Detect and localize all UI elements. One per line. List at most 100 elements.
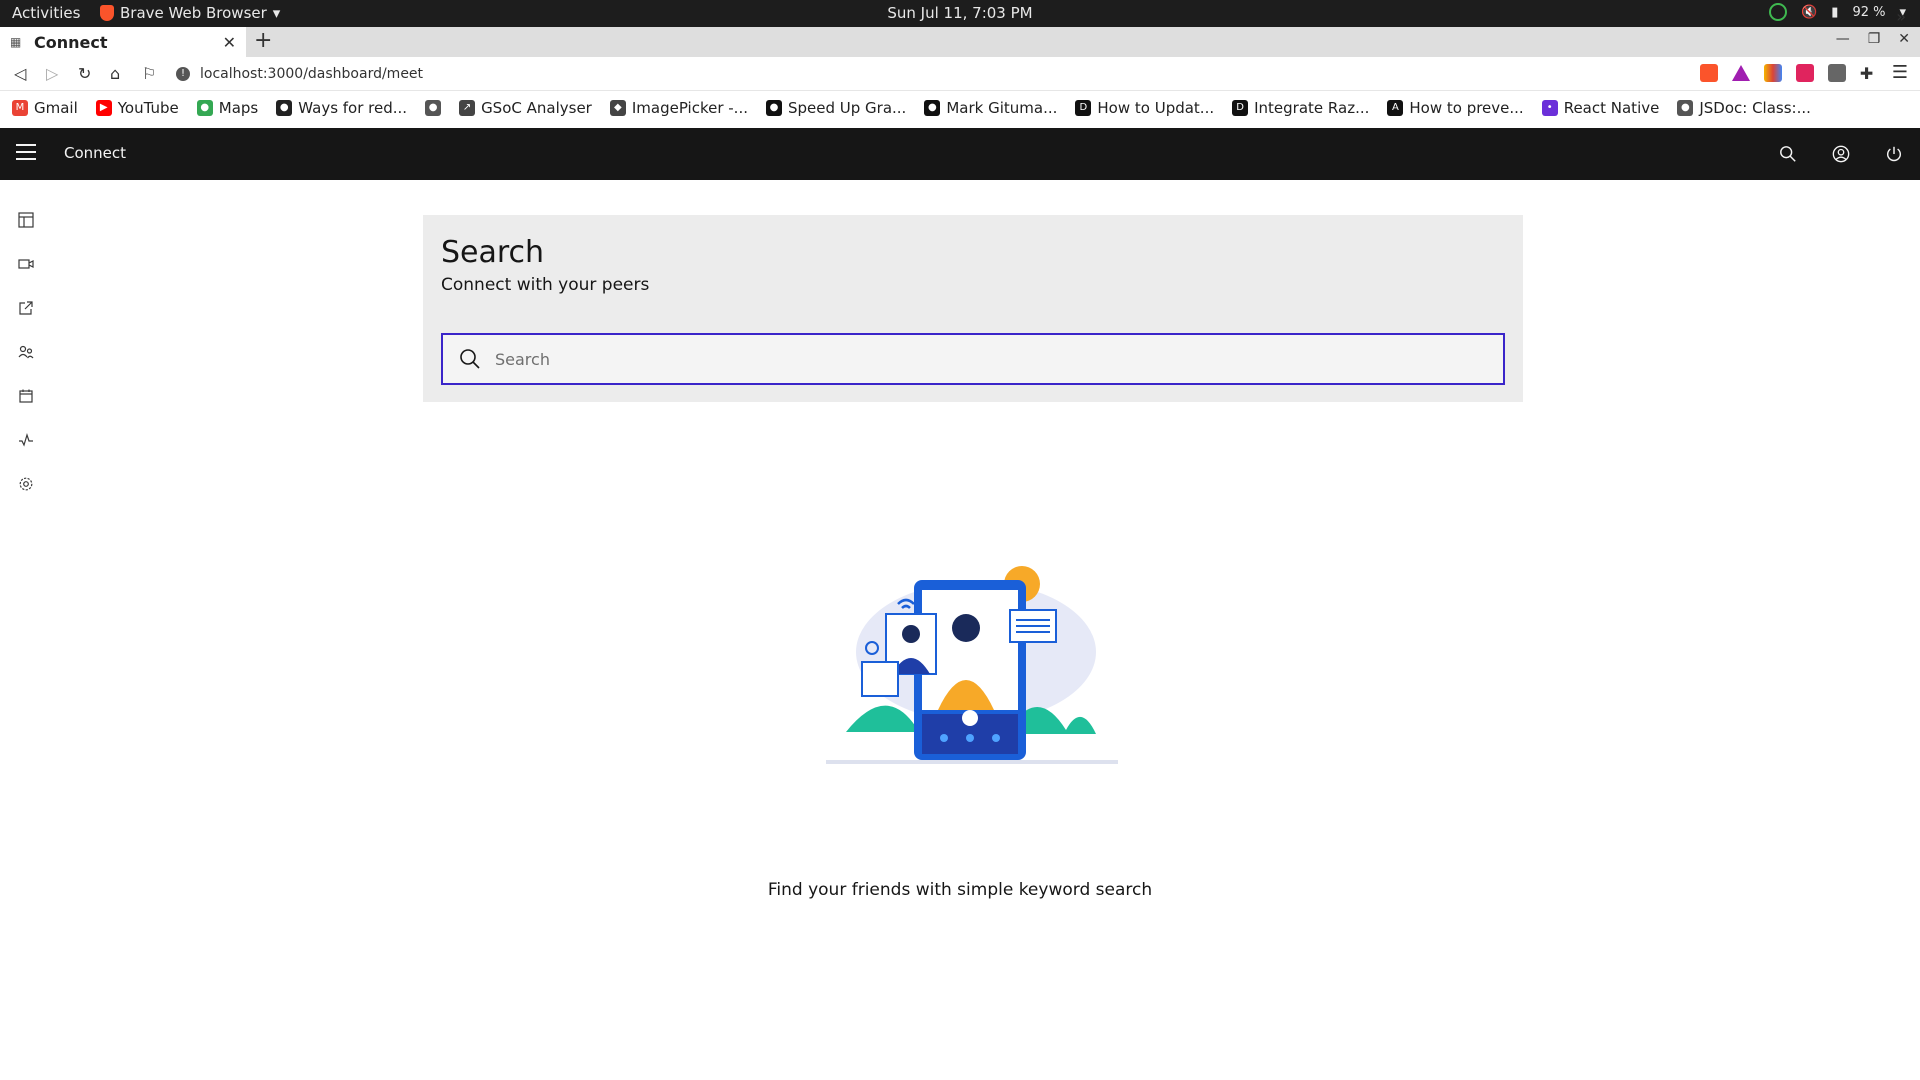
bookmark-label: JSDoc: Class:... [1699, 99, 1811, 117]
brave-icon [100, 5, 114, 21]
bookmark-icon[interactable]: ⚐ [142, 64, 156, 83]
power-icon [1886, 146, 1901, 162]
bookmark-favicon-icon: A [1387, 100, 1404, 116]
bookmark-item[interactable]: ◆ ImagePicker -... [609, 99, 748, 117]
page-subtitle: Connect with your peers [441, 275, 650, 295]
forward-icon[interactable]: ▷ [46, 64, 58, 83]
puzzle-icon[interactable]: ✚ [1860, 64, 1878, 83]
bookmark-label: YouTube [117, 99, 179, 117]
header-actions [1761, 128, 1920, 180]
extension-icon[interactable] [1763, 64, 1782, 82]
bookmark-item[interactable]: D Integrate Raz... [1232, 99, 1369, 117]
bookmark-favicon-icon: • [1541, 100, 1558, 116]
bookmark-item[interactable]: ● JSDoc: Class:... [1677, 99, 1811, 117]
search-field[interactable] [441, 333, 1505, 385]
bookmark-label: GSoC Analyser [481, 99, 592, 117]
nav-people[interactable] [16, 342, 36, 362]
hamburger-menu-icon[interactable] [16, 144, 36, 164]
nav-settings[interactable] [16, 474, 36, 494]
back-icon[interactable]: ◁ [14, 64, 26, 83]
system-tray[interactable]: 🔇 ▮ 92 % ▾ [1769, 3, 1906, 21]
bookmark-favicon-icon: ● [196, 100, 213, 116]
search-panel: Search Connect with your peers [423, 215, 1523, 402]
bookmark-item[interactable]: A How to preve... [1387, 99, 1524, 117]
bookmark-item[interactable]: ● Mark Gituma... [924, 99, 1057, 117]
app-name[interactable]: Connect [64, 144, 126, 162]
bookmark-item[interactable]: ● [425, 100, 442, 116]
tab-strip: ▦ Connect ✕ + — ❐ ✕ [0, 27, 1920, 57]
activity-icon [19, 433, 33, 447]
search-button[interactable] [1761, 128, 1814, 180]
brave-shields-icon[interactable] [1699, 64, 1718, 82]
bookmark-label: Gmail [34, 99, 78, 117]
bookmark-label: ImagePicker -... [631, 99, 748, 117]
extension-icon[interactable] [1827, 64, 1846, 82]
bookmark-item[interactable]: • React Native [1541, 99, 1660, 117]
search-icon [460, 349, 480, 369]
bookmark-item[interactable]: ● Speed Up Gra... [765, 99, 907, 117]
bookmark-favicon-icon: ▶ [95, 100, 112, 116]
bookmark-label: How to preve... [1409, 99, 1524, 117]
minimize-icon[interactable]: — [1836, 31, 1850, 47]
reload-icon[interactable]: ↻ [78, 64, 91, 83]
bookmark-label: Ways for red... [298, 99, 408, 117]
bookmark-favicon-icon: ↗ [459, 100, 476, 116]
settings-gear-icon [19, 477, 33, 491]
chevron-right-icon[interactable]: » [1896, 7, 1906, 26]
bookmark-favicon-icon: ● [1677, 100, 1694, 116]
bookmark-label: Speed Up Gra... [787, 99, 907, 117]
user-profile-button[interactable] [1814, 128, 1867, 180]
side-navigation [0, 180, 52, 1080]
bookmark-favicon-icon: M [12, 100, 28, 116]
nav-calendar[interactable] [16, 386, 36, 406]
close-icon[interactable]: ✕ [223, 33, 236, 52]
bookmark-item[interactable]: M Gmail [12, 99, 78, 117]
brave-rewards-icon[interactable] [1731, 65, 1750, 81]
url-text[interactable]: localhost:3000/dashboard/meet [200, 66, 423, 82]
menu-icon[interactable]: ☰ [1892, 64, 1908, 82]
user-avatar-icon [1832, 145, 1849, 163]
address-bar[interactable]: ! localhost:3000/dashboard/meet [176, 61, 1676, 87]
search-hint-text: Find your friends with simple keyword se… [767, 880, 1153, 900]
tab-title: Connect [34, 32, 108, 52]
launch-icon [19, 301, 33, 315]
favicon-icon: ▦ [10, 35, 22, 49]
search-input[interactable] [495, 349, 1475, 369]
nav-share[interactable] [16, 298, 36, 318]
clock[interactable]: Sun Jul 11, 7:03 PM [887, 4, 1032, 22]
bookmark-favicon-icon: ● [425, 100, 442, 116]
restore-icon[interactable]: ❐ [1868, 31, 1881, 47]
dashboard-icon [18, 212, 34, 228]
home-icon[interactable]: ⌂ [110, 64, 120, 83]
browser-toolbar: ◁ ▷ ↻ ⌂ ⚐ ! localhost:3000/dashboard/mee… [0, 57, 1920, 91]
bookmark-item[interactable]: ● Maps [196, 99, 259, 117]
bookmark-item[interactable]: ↗ GSoC Analyser [459, 99, 592, 117]
bookmark-label: How to Updat... [1097, 99, 1215, 117]
bookmark-item[interactable]: ▶ YouTube [95, 99, 179, 117]
bookmark-item[interactable]: ● Ways for red... [276, 99, 407, 117]
logout-button[interactable] [1867, 128, 1920, 180]
bookmark-label: React Native [1563, 99, 1660, 117]
browser-tab[interactable]: ▦ Connect ✕ [0, 27, 246, 57]
site-info-icon[interactable]: ! [176, 67, 190, 81]
activities-button[interactable]: Activities [12, 4, 80, 22]
bookmark-favicon-icon: ● [924, 100, 941, 116]
new-tab-button[interactable]: + [254, 28, 272, 53]
video-icon [18, 259, 34, 269]
page-title: Search [441, 235, 545, 270]
battery-icon: ▮ [1831, 4, 1839, 20]
extension-icon[interactable] [1795, 64, 1814, 82]
chevron-down-icon: ▾ [272, 4, 281, 22]
app-menu[interactable]: Brave Web Browser ▾ [100, 4, 280, 22]
app-header: Connect [0, 128, 1920, 180]
nav-meet[interactable] [16, 254, 36, 274]
bookmark-item[interactable]: D How to Updat... [1075, 99, 1214, 117]
bookmark-label: Maps [218, 99, 259, 117]
bookmark-label: Integrate Raz... [1254, 99, 1370, 117]
app-menu-label: Brave Web Browser [120, 4, 267, 22]
close-window-icon[interactable]: ✕ [1898, 31, 1910, 47]
power-status-icon [1769, 3, 1788, 21]
system-top-bar: Activities Brave Web Browser ▾ Sun Jul 1… [0, 0, 1920, 27]
nav-dashboard[interactable] [16, 210, 36, 230]
nav-activity[interactable] [16, 430, 36, 450]
